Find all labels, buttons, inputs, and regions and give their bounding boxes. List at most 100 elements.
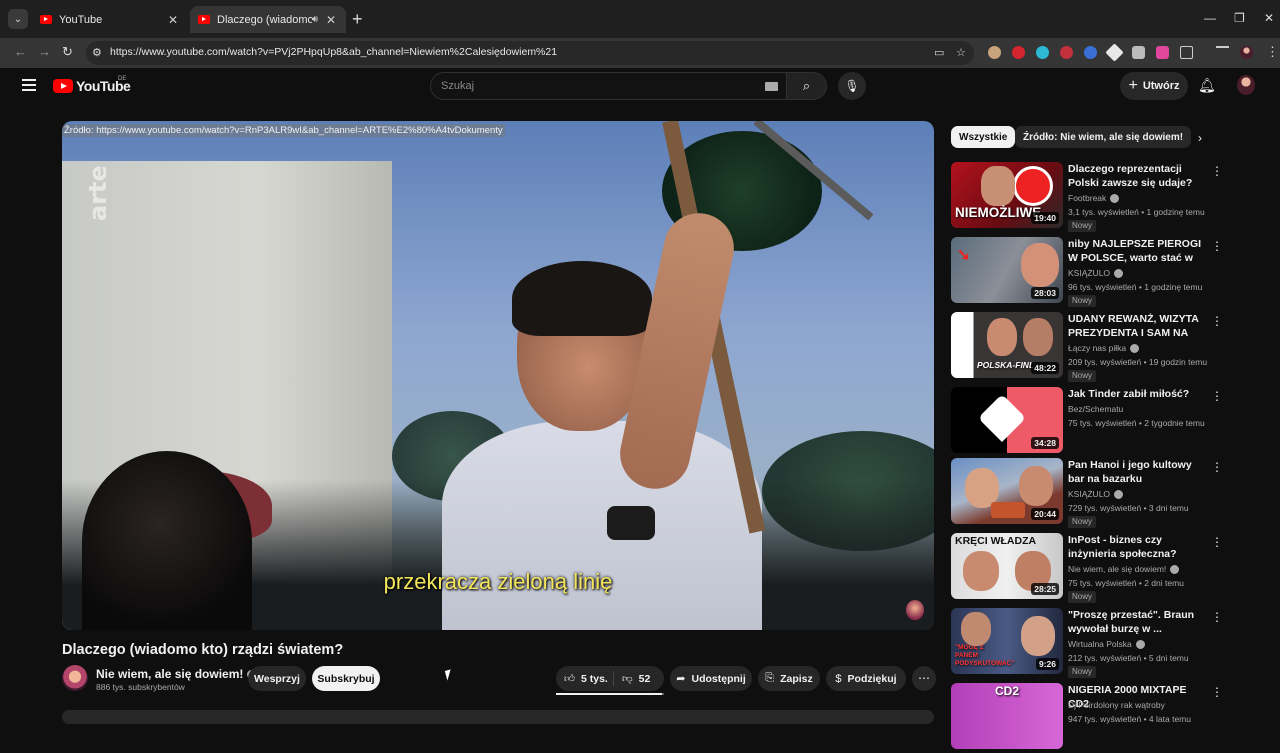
youtube-favicon-icon [40,15,52,24]
recommendation-item[interactable]: NIEMOŻLIWE 19:40 Dlaczego reprezentacji … [951,162,1251,232]
recommendation-item[interactable]: 20:44 Pan Hanoi i jego kultowy bar na ba… [951,458,1251,528]
rec-channel[interactable]: Footbreak [1068,193,1120,204]
video-subtitle: przekracza zieloną linię [383,569,613,594]
subscribe-button[interactable]: Subskrybuj [312,666,380,691]
video-thumbnail[interactable]: 34:28 [951,387,1063,453]
rec-title[interactable]: InPost - biznes czy inżynieria społeczna… [1068,533,1208,561]
video-thumbnail[interactable]: 20:44 [951,458,1063,524]
browser-tab-youtube[interactable]: YouTube ✕ [32,6,188,33]
kebab-menu-icon[interactable]: ⋮ [1211,460,1223,474]
new-badge: Nowy [1068,295,1097,307]
recommendation-item[interactable]: CD2 NIGERIA 2000 MIXTAPE CD2 Dj Peirdolo… [951,683,1251,753]
site-info-icon[interactable]: ⚙ [92,46,102,59]
back-arrow-icon[interactable]: ← [14,44,27,59]
search-button[interactable]: ⌕ [787,72,827,100]
support-button[interactable]: Wesprzyj [248,666,306,691]
account-avatar[interactable] [1237,75,1255,95]
kebab-menu-icon[interactable]: ⋮ [1211,685,1223,699]
shield-icon[interactable] [1132,46,1145,59]
rec-title[interactable]: "Proszę przestać". Braun wywołał burzę w… [1068,608,1208,636]
channel-avatar[interactable] [62,665,88,691]
create-label: Utwórz [1142,80,1180,92]
bookmark-star-icon[interactable]: ☆ [956,46,966,59]
chip-all[interactable]: Wszystkie [951,126,1016,148]
extension-icon[interactable] [1012,46,1025,59]
minimize-icon[interactable]: — [1204,11,1216,25]
chip-source[interactable]: Źródło: Nie wiem, ale się dowiem! [1015,126,1192,148]
rec-channel[interactable]: KSIĄŻULO [1068,268,1124,279]
media-control-icon[interactable] [1216,46,1229,59]
search-input[interactable]: Szukaj [430,72,787,100]
forward-arrow-icon[interactable]: → [38,44,51,59]
keyboard-icon[interactable] [765,82,778,91]
bell-icon[interactable]: 🔔︎ [1198,77,1216,94]
kebab-menu-icon[interactable]: ⋮ [1211,535,1223,549]
kebab-menu-icon[interactable]: ⋮ [1211,389,1223,403]
recommendation-item[interactable]: ➘ 28:03 niby NAJLEPSZE PIEROGI W POLSCE,… [951,237,1251,307]
extension-icon[interactable] [1105,43,1124,62]
video-thumbnail[interactable]: NIEMOŻLIWE 19:40 [951,162,1063,228]
rec-channel[interactable]: Dj Peirdolony rak wątroby [1068,700,1165,710]
video-player[interactable]: arte Źródło: https://www.youtube.com/wat… [62,121,934,630]
channel-watermark-logo[interactable] [906,600,924,620]
rec-meta: 209 tys. wyświetleń • 19 godzin temu [1068,357,1208,367]
dislike-button[interactable]: 👎︎ 52 [614,672,650,686]
video-thumbnail[interactable]: ➘ 28:03 [951,237,1063,303]
rec-channel[interactable]: KSIĄŻULO [1068,489,1124,500]
rec-channel[interactable]: Nie wiem, ale się dowiem! [1068,564,1180,575]
new-tab-button[interactable]: + [352,9,363,29]
rec-title[interactable]: Pan Hanoi i jego kultowy bar na bazarku [1068,458,1208,486]
more-actions-icon[interactable]: ⋯ [912,666,936,691]
extension-icon[interactable] [988,46,1001,59]
kebab-menu-icon[interactable]: ⋮ [1211,239,1223,253]
rec-title[interactable]: niby NAJLEPSZE PIEROGI W POLSCE, warto s… [1068,237,1208,265]
recommendation-item[interactable]: KRĘCI WŁADZA 28:25 InPost - biznes czy i… [951,533,1251,603]
browser-tab-video[interactable]: Dlaczego (wiadomo kto) rządzi 🔊︎ ✕ [190,6,346,33]
recommendation-item[interactable]: 34:28 Jak Tinder zabił miłość? Bez/Schem… [951,387,1251,457]
hamburger-menu-icon[interactable] [22,79,36,91]
tab-search-button[interactable]: ⌄ [8,9,28,29]
rec-meta: 75 tys. wyświetleń • 2 dni temu [1068,578,1184,588]
video-thumbnail[interactable]: CD2 [951,683,1063,749]
thanks-button[interactable]: $ Podziękuj [826,666,906,691]
rec-channel[interactable]: Bez/Schematu [1068,404,1123,414]
kebab-menu-icon[interactable]: ⋮ [1211,610,1223,624]
kebab-menu-icon[interactable]: ⋮ [1266,44,1279,60]
rec-title[interactable]: Dlaczego reprezentacji Polski zawsze się… [1068,162,1208,190]
cast-icon[interactable]: ▭ [934,46,944,59]
recommendation-item[interactable]: "MOGĘ Z PANEM PODYSKUTOWAĆ" 9:26 "Proszę… [951,608,1251,678]
window-close-icon[interactable]: ✕ [1264,11,1274,25]
profile-avatar[interactable] [1240,46,1253,59]
channel-name[interactable]: Nie wiem, ale się dowiem! [96,667,257,681]
video-thumbnail[interactable]: POLSKA-FINL 48:22 [951,312,1063,378]
save-button[interactable]: ⎘ Zapisz [758,666,820,691]
speaker-icon[interactable]: 🔊︎ [312,14,318,25]
rec-channel[interactable]: Wirtualna Polska [1068,639,1145,650]
like-button[interactable]: 👍︎ 5 tys. [556,671,614,686]
chevron-right-icon[interactable]: › [1198,131,1202,145]
duration-badge: 9:26 [1035,658,1059,670]
extension-icon[interactable] [1060,46,1073,59]
reload-icon[interactable]: ↻ [62,44,73,60]
video-thumbnail[interactable]: KRĘCI WŁADZA 28:25 [951,533,1063,599]
puzzle-icon[interactable] [1180,46,1193,59]
tab-close-icon[interactable]: ✕ [166,13,180,27]
description-box[interactable] [62,710,934,724]
kebab-menu-icon[interactable]: ⋮ [1211,314,1223,328]
voice-search-button[interactable]: 🎙︎ [838,72,866,100]
address-bar[interactable]: ⚙ https://www.youtube.com/watch?v=PVj2PH… [86,41,974,65]
recommendation-item[interactable]: POLSKA-FINL 48:22 UDANY REWANŻ, WIZYTA P… [951,312,1251,382]
create-button[interactable]: + Utwórz [1120,72,1188,100]
rec-channel[interactable]: Łączy nas piłka [1068,343,1140,354]
kebab-menu-icon[interactable]: ⋮ [1211,164,1223,178]
share-button[interactable]: ➦ Udostępnij [670,666,752,691]
maximize-icon[interactable]: ❐ [1234,11,1245,25]
extension-icon[interactable] [1084,46,1097,59]
food-plate [991,502,1025,518]
extension-icon[interactable] [1156,46,1169,59]
extension-icon[interactable] [1036,46,1049,59]
rec-title[interactable]: UDANY REWANŻ, WIZYTA PREZYDENTA I SAM NA… [1068,312,1208,340]
video-thumbnail[interactable]: "MOGĘ Z PANEM PODYSKUTOWAĆ" 9:26 [951,608,1063,674]
rec-title[interactable]: Jak Tinder zabił miłość? [1068,387,1208,401]
tab-close-icon[interactable]: ✕ [324,13,338,27]
